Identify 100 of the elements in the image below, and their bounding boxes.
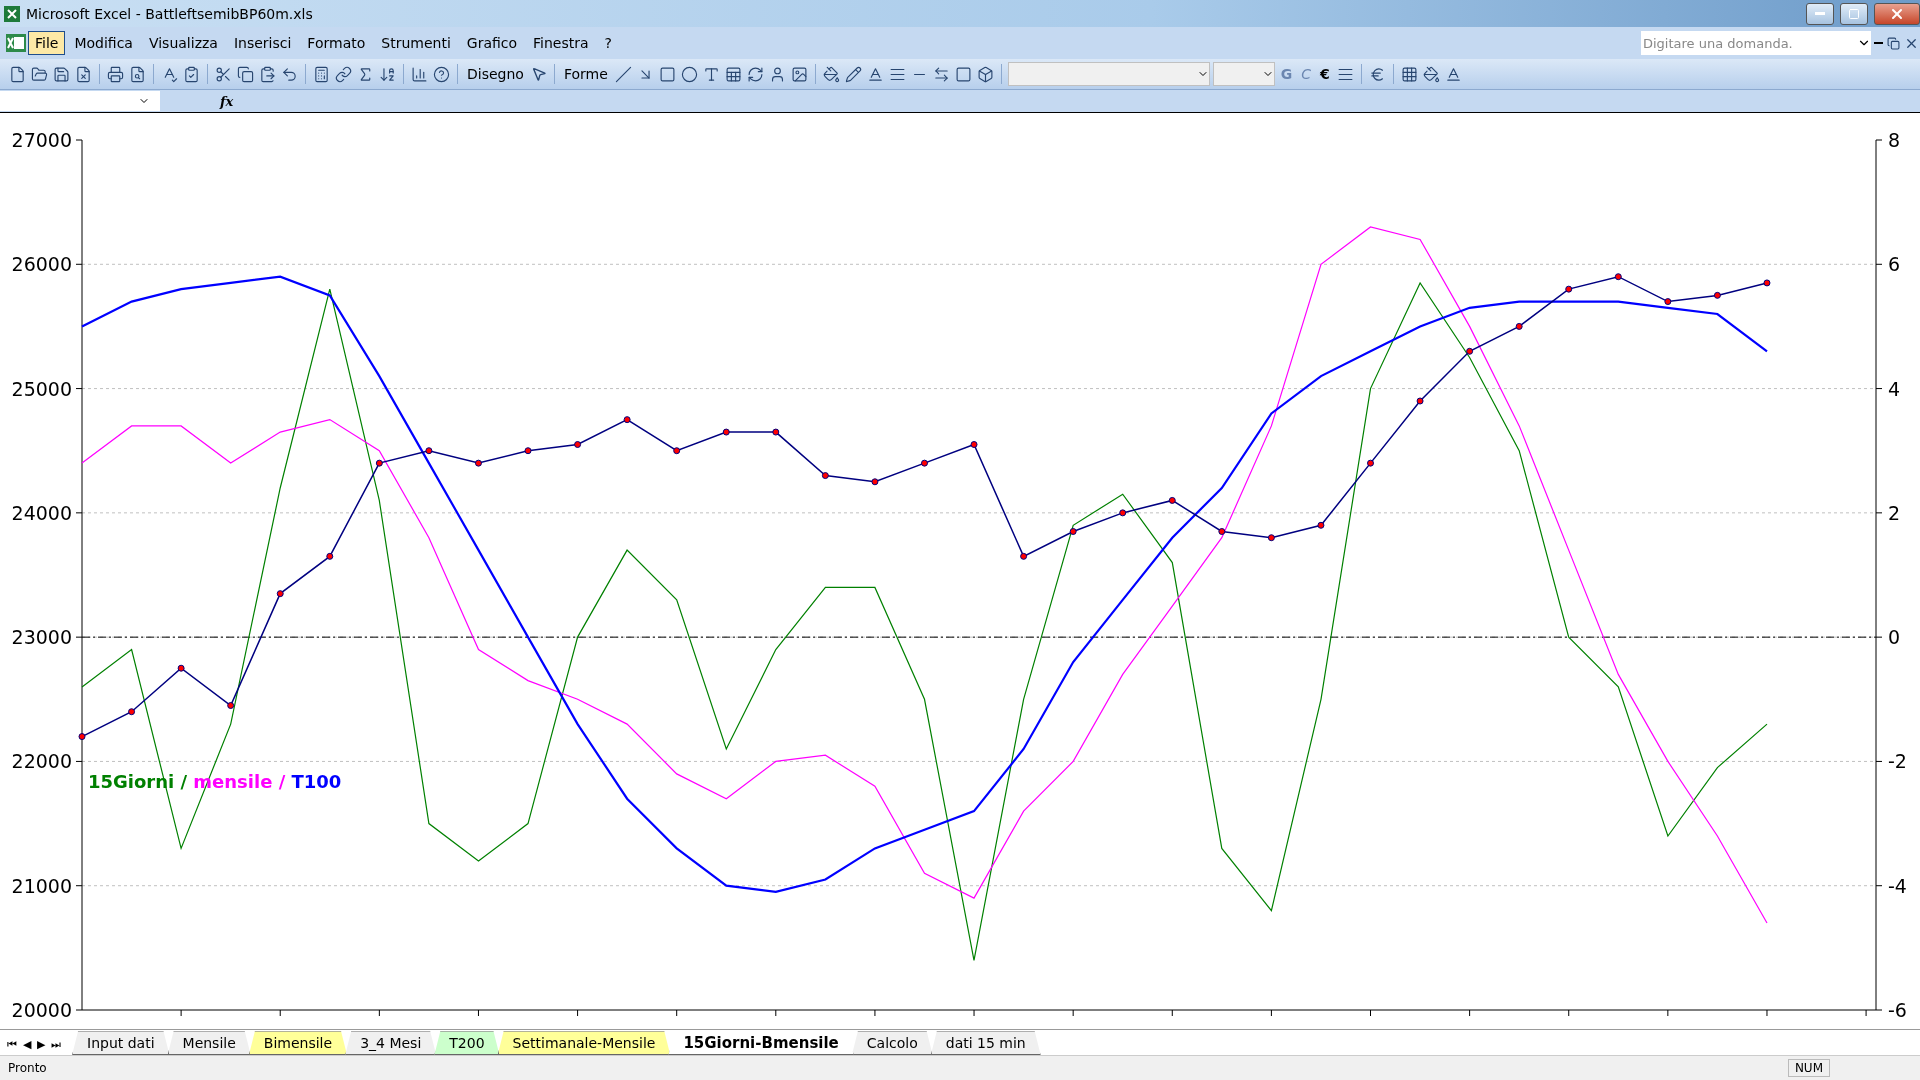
- sheet-tab[interactable]: 3_4 Mesi: [345, 1031, 437, 1056]
- data-point: [375, 459, 383, 467]
- data-point: [524, 447, 532, 455]
- paste-icon[interactable]: [258, 64, 277, 84]
- menu-item[interactable]: Finestra: [526, 31, 596, 56]
- sheet-scroll-button[interactable]: ◀: [20, 1033, 34, 1056]
- data-point: [227, 701, 235, 709]
- sheet-scroll-button[interactable]: ⏭: [48, 1033, 64, 1056]
- axis-label: -2: [1888, 750, 1907, 773]
- data-point: [1614, 273, 1622, 281]
- data-point: [921, 459, 928, 467]
- diagram-icon[interactable]: [745, 64, 765, 84]
- axis-label: 23000: [11, 626, 72, 649]
- menu-item[interactable]: ?: [597, 31, 619, 56]
- menu-item[interactable]: Grafico: [459, 31, 525, 56]
- oval-icon[interactable]: [679, 64, 699, 84]
- data-point: [821, 472, 829, 479]
- maximize-icon: [1848, 7, 1860, 20]
- line-color-icon[interactable]: [843, 64, 863, 84]
- data-point: [970, 440, 978, 448]
- print-preview-icon[interactable]: [128, 64, 147, 84]
- restore-icon[interactable]: [1886, 35, 1901, 51]
- borders-icon[interactable]: [1399, 64, 1419, 84]
- data-point: [1565, 285, 1573, 293]
- folder-icon[interactable]: [30, 64, 49, 84]
- data-point: [1119, 509, 1127, 517]
- help-search-field[interactable]: Digitare una domanda.: [1641, 31, 1871, 56]
- sheet-tab[interactable]: Mensile: [167, 1031, 251, 1056]
- data-point: [177, 664, 185, 672]
- data-point: [128, 708, 136, 716]
- data-point: [78, 733, 86, 740]
- sheet-tab[interactable]: Bimensile: [248, 1031, 348, 1056]
- axis-label: 6: [1888, 253, 1901, 276]
- picture-icon[interactable]: [789, 64, 809, 84]
- data-point: [1515, 322, 1523, 330]
- sheet-tab[interactable]: Settimanale-Mensile: [497, 1031, 671, 1056]
- menu-item[interactable]: Formato: [300, 31, 373, 56]
- menu-item[interactable]: Strumenti: [374, 31, 458, 56]
- euro-button[interactable]: €: [1317, 66, 1333, 83]
- data-point: [623, 416, 631, 424]
- menu-item[interactable]: Inserisci: [226, 31, 299, 56]
- excel-logo-icon: [4, 5, 20, 22]
- data-point: [673, 447, 681, 455]
- data-point: [1713, 291, 1721, 299]
- minimize-icon[interactable]: [1873, 41, 1884, 46]
- menu-item[interactable]: File: [28, 31, 66, 56]
- data-point: [1267, 534, 1275, 542]
- data-point: [1763, 279, 1771, 287]
- close-button[interactable]: [1874, 2, 1920, 25]
- draw-menu[interactable]: Disegno: [464, 66, 527, 83]
- sheet-tab[interactable]: Input dati: [72, 1031, 170, 1056]
- data-point: [425, 447, 433, 455]
- line-icon[interactable]: [613, 64, 633, 84]
- data-point: [1367, 459, 1374, 467]
- data-point: [871, 478, 879, 486]
- print-icon[interactable]: [106, 64, 125, 84]
- axis-label: 25000: [11, 377, 72, 400]
- minimize-icon: [1815, 12, 1825, 16]
- maximize-button[interactable]: [1840, 2, 1868, 25]
- shapes-menu[interactable]: Forme: [560, 66, 611, 83]
- axis-label: 21000: [11, 874, 72, 897]
- new-file-icon[interactable]: [8, 64, 27, 84]
- axis-label: -6: [1888, 998, 1907, 1021]
- rectangle-icon[interactable]: [657, 64, 677, 84]
- axis-label: 4: [1888, 377, 1901, 400]
- data-point: [1466, 347, 1474, 355]
- sheet-tab[interactable]: T200: [434, 1031, 500, 1056]
- data-point: [574, 440, 582, 448]
- axis-label: 2: [1888, 501, 1901, 524]
- sheet-scroll-button[interactable]: ⏮: [4, 1033, 20, 1056]
- fill-color-icon[interactable]: [1421, 64, 1441, 84]
- data-point: [1218, 527, 1226, 535]
- excel-logo-icon: [6, 34, 26, 53]
- sheet-tab[interactable]: dati 15 min: [930, 1031, 1041, 1056]
- axis-label: 20000: [11, 998, 72, 1021]
- menu-item[interactable]: Modifica: [67, 31, 140, 56]
- minimize-button[interactable]: [1806, 2, 1834, 25]
- save-icon[interactable]: [52, 64, 71, 84]
- data-point: [1069, 527, 1077, 535]
- data-point: [772, 428, 780, 436]
- data-point: [276, 590, 284, 598]
- data-point: [1416, 397, 1424, 405]
- menu-item[interactable]: Visualizza: [141, 31, 225, 56]
- axis-label: 0: [1888, 626, 1901, 649]
- sheet-scroll-button[interactable]: ▶: [34, 1033, 48, 1056]
- axis-label: -4: [1888, 874, 1907, 897]
- num-lock-indicator: NUM: [1787, 1059, 1830, 1078]
- function-button[interactable]: fx: [220, 93, 234, 109]
- sheet-tab[interactable]: Calcolo: [851, 1031, 933, 1056]
- hyperlink-icon[interactable]: [334, 64, 353, 84]
- data-point: [326, 552, 334, 560]
- help-icon[interactable]: [432, 64, 451, 84]
- research-icon[interactable]: [182, 64, 201, 84]
- copy-icon[interactable]: [236, 64, 255, 84]
- axis-label: 26000: [11, 253, 72, 276]
- status-text: Pronto: [8, 1061, 47, 1076]
- data-point: [1664, 298, 1672, 305]
- 3d-icon[interactable]: [975, 64, 995, 84]
- axis-label: 8: [1888, 128, 1901, 151]
- fill-color-icon[interactable]: [821, 64, 841, 84]
